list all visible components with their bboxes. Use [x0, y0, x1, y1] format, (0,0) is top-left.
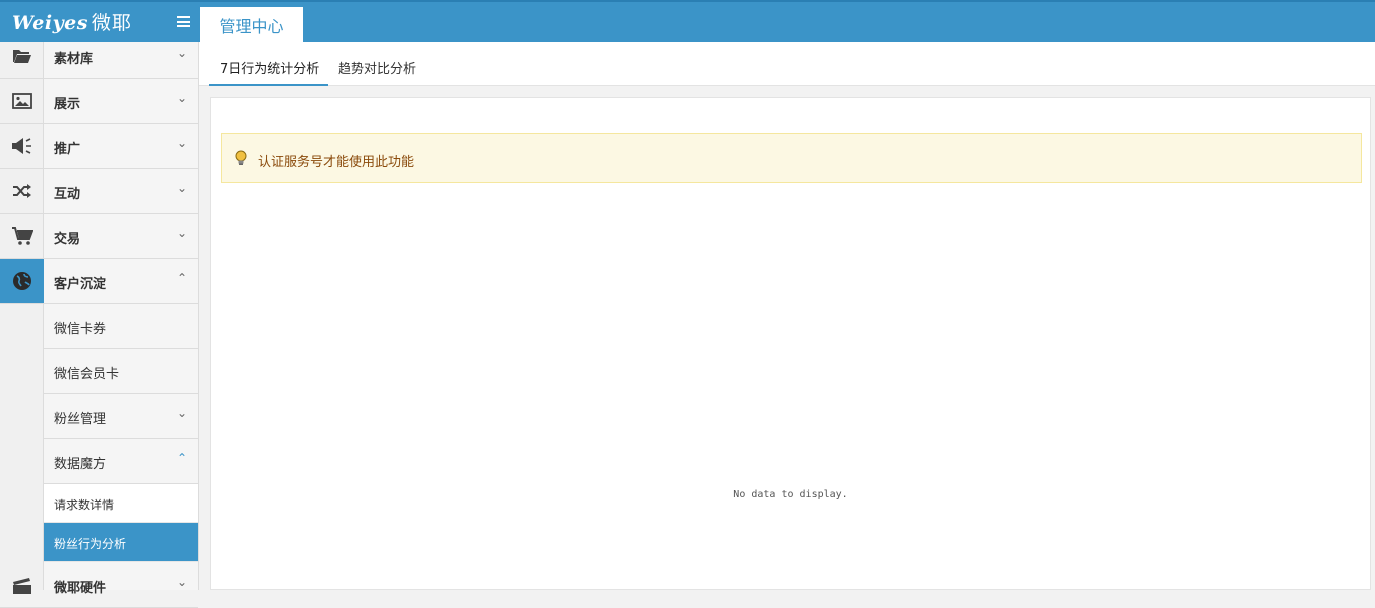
warning-notice: 认证服务号才能使用此功能 — [221, 133, 1362, 183]
tab-trend-comparison[interactable]: 趋势对比分析 — [338, 58, 416, 77]
sidebar-item-display[interactable]: 展示 ⌄ — [0, 79, 198, 124]
tab-management-center[interactable]: 管理中心 — [200, 7, 303, 44]
sidebar-subitem-label: 微信卡券 — [54, 322, 107, 337]
sidebar-leaf-label: 粉丝行为分析 — [54, 537, 127, 551]
megaphone-icon — [0, 124, 44, 168]
chart-empty-message: No data to display. — [733, 489, 848, 500]
sidebar-item-label: 客户沉淀 — [54, 277, 107, 292]
chevron-down-icon: ⌄ — [177, 181, 188, 195]
sidebar-item-label: 微耶硬件 — [54, 581, 107, 596]
globe-icon — [0, 259, 44, 303]
chevron-down-icon: ⌄ — [177, 91, 188, 105]
chevron-down-icon: ⌄ — [177, 406, 188, 420]
chevron-down-icon: ⌄ — [177, 575, 188, 589]
shuffle-icon — [0, 169, 44, 213]
image-icon — [0, 79, 44, 123]
sidebar-item-label: 展示 — [54, 97, 81, 112]
tab-7day-behavior-stats[interactable]: 7日行为统计分析 — [220, 58, 319, 77]
lightbulb-icon — [234, 150, 248, 170]
sidebar-subitem-label: 数据魔方 — [54, 457, 107, 472]
sidebar-item-label: 推广 — [54, 142, 81, 157]
sidebar-subitem-wechat-member-card[interactable]: 微信会员卡 — [44, 349, 198, 394]
chevron-up-icon: ⌃ — [177, 271, 188, 285]
sidebar-subitem-label: 粉丝管理 — [54, 412, 107, 427]
sidebar-leaf-fans-behavior[interactable]: 粉丝行为分析 — [44, 523, 198, 562]
cart-icon — [0, 214, 44, 258]
sidebar-item-customer-retention[interactable]: 客户沉淀 ⌃ — [0, 259, 198, 304]
logo-text-en: Weiyes — [12, 12, 88, 34]
sidebar-item-interaction[interactable]: 互动 ⌄ — [0, 169, 198, 214]
sidebar-leaf-label: 请求数详情 — [54, 498, 115, 512]
top-bar: Weiyes 微耶 管理中心 — [0, 0, 1375, 44]
active-tab-indicator — [209, 84, 328, 86]
sidebar-item-hardware[interactable]: 微耶硬件 ⌄ — [0, 563, 198, 608]
folder-open-icon — [0, 34, 44, 78]
sidebar-subitem-wechat-coupon[interactable]: 微信卡券 — [44, 304, 198, 349]
sidebar-leaf-request-details[interactable]: 请求数详情 — [44, 484, 198, 523]
sidebar-item-label: 素材库 — [54, 52, 94, 67]
notice-text: 认证服务号才能使用此功能 — [258, 155, 415, 170]
logo-text-cn: 微耶 — [91, 12, 132, 34]
sidebar-item-trade[interactable]: 交易 ⌄ — [0, 214, 198, 259]
main-panel: 认证服务号才能使用此功能 No data to display. — [210, 97, 1371, 590]
analysis-tab-bar: 7日行为统计分析 趋势对比分析 — [199, 42, 1375, 86]
sidebar-item-promotion[interactable]: 推广 ⌄ — [0, 124, 198, 169]
chevron-down-icon: ⌄ — [177, 226, 188, 240]
sidebar-subitem-fans-management[interactable]: 粉丝管理 ⌄ — [44, 394, 198, 439]
sidebar-item-label: 互动 — [54, 187, 81, 202]
menu-toggle-icon[interactable] — [177, 16, 190, 27]
chevron-down-icon: ⌄ — [177, 46, 188, 60]
chevron-down-icon: ⌄ — [177, 136, 188, 150]
logo[interactable]: Weiyes 微耶 — [12, 8, 132, 35]
sidebar-subitem-label: 微信会员卡 — [54, 367, 120, 382]
sidebar: 素材库 ⌄ 展示 ⌄ 推广 ⌄ 互动 ⌄ 交易 ⌄ 客户沉淀 ⌃ 微信卡券 微信… — [0, 42, 199, 608]
sidebar-item-label: 交易 — [54, 232, 81, 247]
chevron-up-icon: ⌃ — [177, 451, 188, 465]
film-icon — [0, 563, 44, 607]
sidebar-subitem-data-cube[interactable]: 数据魔方 ⌃ — [44, 439, 198, 484]
sidebar-item-material-library[interactable]: 素材库 ⌄ — [0, 34, 198, 79]
